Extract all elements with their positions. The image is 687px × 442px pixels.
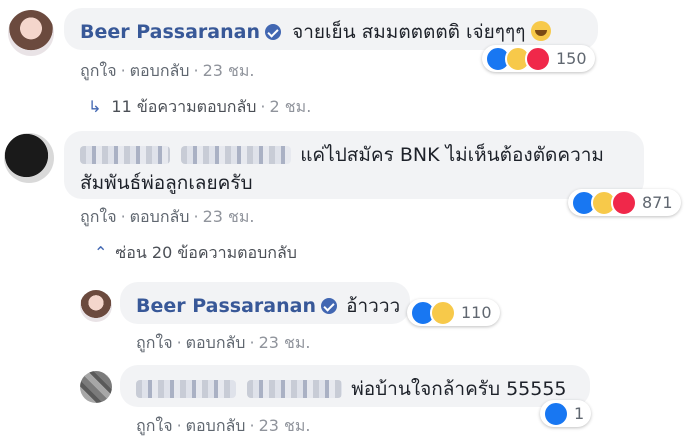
blurred-name: [136, 380, 236, 398]
comment-bubble: แค่ไปสมัคร BNK ไม่เห็นต้องตัดความ สัมพัน…: [64, 131, 644, 199]
reaction-count: 110: [461, 303, 492, 322]
timestamp[interactable]: 23 ชม.: [203, 207, 255, 226]
avatar[interactable]: [80, 290, 112, 322]
like-link[interactable]: ถูกใจ: [80, 61, 117, 80]
reply-actions: ถูกใจ · ตอบกลับ · 23 ชม.: [136, 333, 311, 352]
reply-bubble: Beer Passaranan อ้าววว: [120, 282, 410, 324]
avatar[interactable]: [80, 371, 112, 403]
reply-bubble: พ่อบ้านใจกล้าครับ 55555: [120, 365, 590, 407]
reaction-count: 150: [556, 49, 587, 68]
comment-actions: ถูกใจ · ตอบกลับ · 23 ชม.: [80, 207, 255, 226]
timestamp[interactable]: 23 ชม.: [259, 333, 311, 352]
reaction-summary[interactable]: 1: [540, 400, 592, 427]
comment-text-line1: แค่ไปสมัคร BNK ไม่เห็นต้องตัดความ: [300, 144, 604, 166]
reply-link[interactable]: ตอบกลับ: [130, 207, 190, 226]
timestamp[interactable]: 23 ชม.: [203, 61, 255, 80]
hide-replies-label: ซ่อน 20 ข้อความตอบกลับ: [115, 243, 297, 262]
avatar[interactable]: [4, 133, 54, 183]
timestamp[interactable]: 23 ชม.: [259, 416, 311, 435]
replies-timestamp: 2 ชม.: [269, 97, 312, 116]
comment-actions: ถูกใจ · ตอบกลับ · 23 ชม.: [80, 61, 255, 80]
chevron-up-icon: ⌃: [94, 243, 108, 262]
hide-replies-link[interactable]: ⌃ ซ่อน 20 ข้อความตอบกลับ: [94, 241, 297, 266]
reply-link[interactable]: ตอบกลับ: [186, 333, 246, 352]
rofl-emoji-icon: [530, 21, 551, 41]
reaction-summary[interactable]: 871: [568, 189, 681, 216]
reply-link[interactable]: ตอบกลับ: [130, 61, 190, 80]
reply-text: อ้าววว: [346, 295, 401, 317]
replier-name[interactable]: Beer Passaranan: [136, 295, 316, 317]
reaction-summary[interactable]: 110: [407, 299, 500, 326]
like-link[interactable]: ถูกใจ: [80, 207, 117, 226]
verified-badge-icon: [320, 298, 337, 314]
reaction-count: 871: [642, 193, 673, 212]
view-replies-link[interactable]: ↳ 11 ข้อความตอบกลับ · 2 ชม.: [88, 95, 311, 120]
reply-link[interactable]: ตอบกลับ: [186, 416, 246, 435]
commenter-name[interactable]: Beer Passaranan: [80, 21, 260, 43]
comment-text: จายเย็น สมมตตตตติ เจ่ยๆๆๆ: [292, 21, 526, 43]
love-reaction-icon: [525, 45, 551, 72]
love-reaction-icon: [611, 189, 637, 216]
comment-bubble: Beer Passaranan จายเย็น สมมตตตตติ เจ่ยๆๆ…: [64, 8, 598, 50]
replies-count-label: 11 ข้อความตอบกลับ: [111, 97, 257, 116]
reply-arrow-icon: ↳: [88, 97, 102, 116]
reply-actions: ถูกใจ · ตอบกลับ · 23 ชม.: [136, 416, 311, 435]
reply-text: พ่อบ้านใจกล้าครับ 55555: [351, 378, 567, 400]
haha-reaction-icon: [430, 299, 456, 326]
blurred-name: [80, 146, 170, 164]
blurred-name: [247, 380, 343, 398]
avatar[interactable]: [8, 10, 54, 56]
comment-text-line2: สัมพันธ์พ่อลูกเลยครับ: [80, 172, 253, 194]
blurred-name: [181, 146, 292, 164]
like-link[interactable]: ถูกใจ: [136, 416, 173, 435]
reaction-summary[interactable]: 150: [482, 45, 595, 72]
verified-badge-icon: [264, 24, 281, 40]
reaction-count: 1: [574, 404, 585, 423]
like-link[interactable]: ถูกใจ: [136, 333, 173, 352]
like-reaction-icon: [543, 400, 569, 427]
